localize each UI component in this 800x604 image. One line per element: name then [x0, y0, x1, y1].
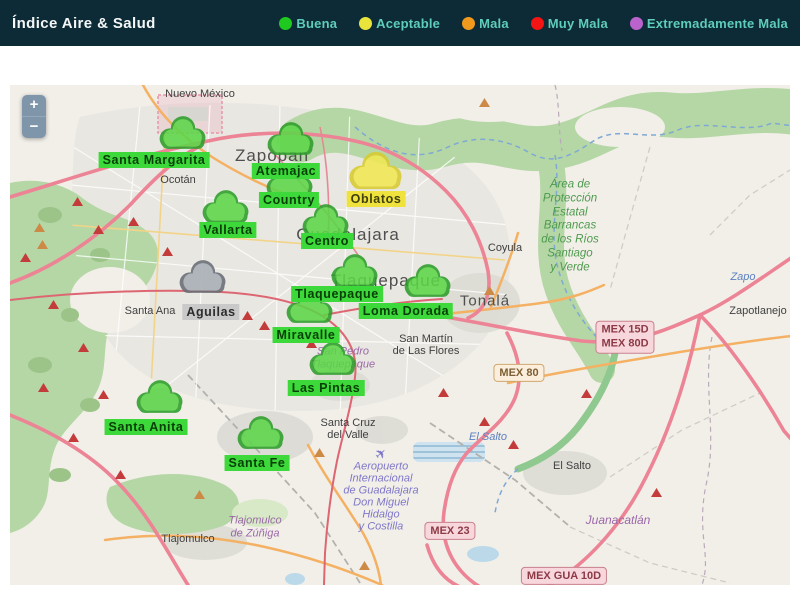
cloud-icon[interactable] — [304, 338, 362, 380]
station-label[interactable]: Santa Fe — [224, 455, 290, 471]
cloud-icon[interactable] — [232, 412, 290, 454]
road-shield-mex15d-80d: MEX 15D MEX 80D — [595, 320, 655, 354]
legend-dot-icon — [279, 16, 293, 30]
cloud-icon[interactable] — [262, 118, 320, 160]
legend-dot-icon — [530, 16, 544, 30]
station-label[interactable]: Miravalle — [272, 327, 340, 343]
map-zoom-control: + − — [22, 95, 46, 138]
cloud-icon[interactable] — [174, 256, 232, 298]
legend-item-muy-mala: Muy Mala — [530, 16, 608, 31]
road-shield-mex-gua-10d: MEX GUA 10D — [520, 566, 608, 585]
zoom-in-button[interactable]: + — [22, 95, 46, 116]
legend-item-aceptable: Aceptable — [359, 16, 440, 31]
station-label[interactable]: Tlaquepaque — [291, 286, 383, 302]
road-shield-mex23: MEX 23 — [424, 521, 476, 541]
app-header: Índice Aire & Salud Buena Aceptable Mala… — [0, 0, 800, 46]
legend-item-extremadamente-mala: Extremadamente Mala — [629, 16, 788, 31]
cloud-icon[interactable] — [343, 146, 409, 196]
page-title: Índice Aire & Salud — [12, 14, 156, 32]
zoom-out-button[interactable]: − — [22, 116, 46, 138]
station-label[interactable]: Aguilas — [182, 304, 240, 320]
legend-dot-icon — [462, 16, 476, 30]
station-label[interactable]: Las Pintas — [287, 380, 365, 396]
cloud-icon[interactable] — [154, 112, 212, 154]
legend-dot-icon — [359, 16, 373, 30]
station-label[interactable]: Centro — [301, 233, 353, 249]
station-label[interactable]: Santa Margarita — [98, 152, 210, 168]
road-shield-mex80: MEX 80 — [493, 363, 545, 383]
legend-dot-icon — [629, 16, 643, 30]
air-quality-legend: Buena Aceptable Mala Muy Mala Extremadam… — [279, 16, 788, 31]
station-label[interactable]: Atemajac — [251, 163, 321, 179]
legend-item-mala: Mala — [462, 16, 509, 31]
cloud-icon[interactable] — [131, 376, 189, 418]
station-label[interactable]: Country — [258, 192, 320, 208]
map[interactable]: + − Nuevo México Ocotán Zapopan Guadalaj… — [10, 85, 790, 585]
station-label[interactable]: Santa Anita — [104, 419, 188, 435]
station-label[interactable]: Vallarta — [199, 222, 257, 238]
station-label[interactable]: Loma Dorada — [358, 303, 454, 319]
cloud-icon[interactable] — [399, 260, 457, 302]
legend-item-buena: Buena — [279, 16, 337, 31]
station-label[interactable]: Oblatos — [346, 191, 406, 207]
